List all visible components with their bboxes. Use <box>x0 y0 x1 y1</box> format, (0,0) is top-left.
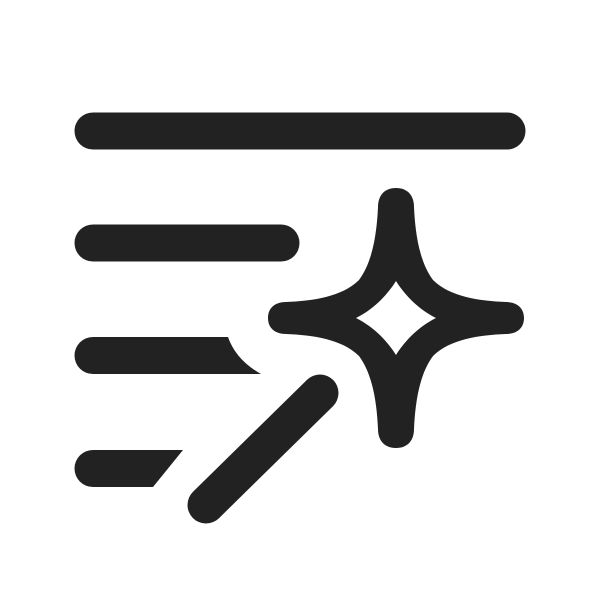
text-lines <box>74 112 526 262</box>
wand-stick-icon <box>187 374 339 524</box>
icon-canvas <box>0 0 600 600</box>
text-sparkle-icon <box>74 112 526 524</box>
text-line-4 <box>74 450 183 487</box>
text-line-3 <box>74 337 261 374</box>
